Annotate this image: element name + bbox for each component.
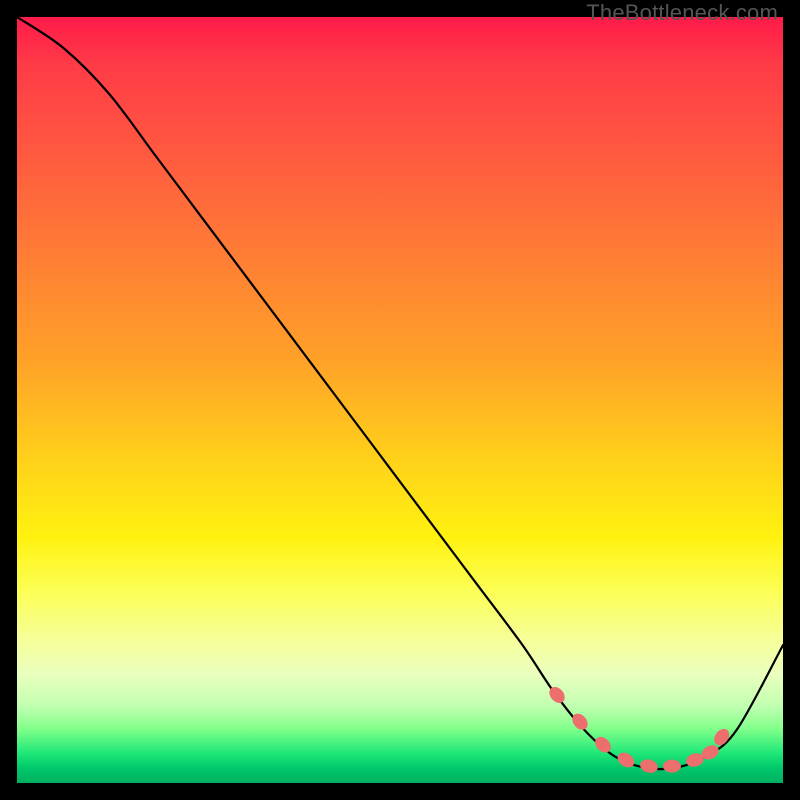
- bottleneck-curve-svg: [17, 17, 783, 783]
- marker-point: [615, 750, 637, 771]
- marker-point: [639, 758, 660, 775]
- bottleneck-curve: [17, 17, 783, 769]
- suggested-range-markers: [546, 684, 732, 775]
- marker-point: [569, 711, 591, 733]
- plot-area: [17, 17, 783, 783]
- chart-frame: TheBottleneck.com: [0, 0, 800, 800]
- marker-point: [711, 726, 732, 748]
- marker-point: [663, 760, 681, 773]
- watermark-text: TheBottleneck.com: [586, 0, 778, 26]
